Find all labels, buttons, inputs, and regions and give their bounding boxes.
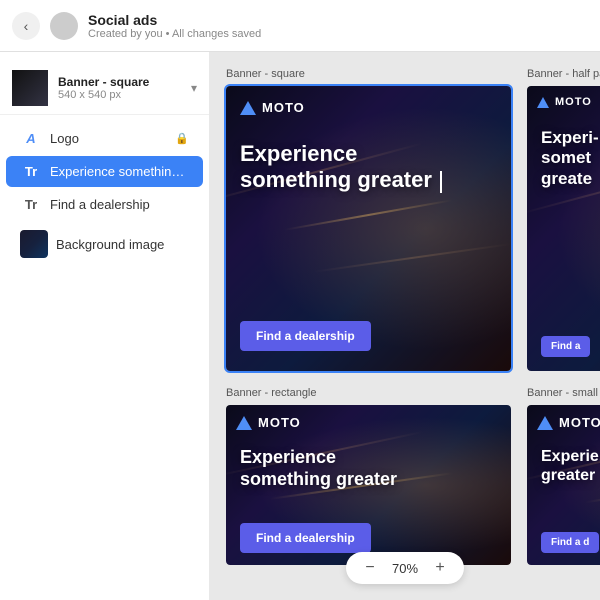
banner-label-small: Banner - small sq...	[527, 387, 600, 399]
logo-text-rect: MOTO	[258, 415, 301, 430]
topbar-info: Social ads Created by you • All changes …	[88, 12, 588, 40]
banner-square[interactable]: MOTO Experience something greater Find a…	[226, 86, 511, 371]
canvas-grid: Banner - square MOTO Experien	[226, 68, 584, 565]
text-icon-dealership: Tr	[20, 197, 42, 212]
banner-logo-square: MOTO	[240, 100, 305, 115]
banner-headline-small: Experie...greater	[541, 447, 600, 485]
headline-text-half: Experi-sometgreate	[541, 128, 600, 189]
banner-size: 540 x 540 px	[58, 89, 187, 101]
logo-text-half: MOTO	[555, 96, 592, 108]
banner-small-square[interactable]: MOTO Experie...greater Find a d	[527, 405, 600, 565]
sidebar-item-label-logo: Logo	[50, 131, 171, 146]
find-dealership-button-square[interactable]: Find a dealership	[240, 321, 371, 351]
lock-icon: 🔒	[175, 132, 189, 145]
canvas-area[interactable]: Banner - square MOTO Experien	[210, 52, 600, 600]
sidebar-item-label-dealership: Find a dealership	[50, 197, 189, 212]
banner-info: Banner - square 540 x 540 px	[58, 75, 187, 101]
text-format-icon: Tr	[20, 164, 42, 179]
logo-text-square: MOTO	[262, 100, 305, 115]
banner-icon	[12, 70, 48, 106]
find-dealership-button-rect[interactable]: Find a dealership	[240, 523, 371, 553]
banner-label-half: Banner - half page	[527, 68, 600, 80]
banner-label-square: Banner - square	[226, 68, 511, 80]
headline-text-rect: Experience something greater	[240, 447, 497, 490]
banner-card-half[interactable]: Banner - half page MOTO Experi-sometgrea…	[527, 68, 600, 371]
background-thumb-icon	[20, 230, 48, 258]
logo-triangle-half	[537, 97, 549, 108]
find-dealership-button-small[interactable]: Find a d	[541, 532, 599, 553]
sidebar-item-logo[interactable]: A Logo 🔒	[6, 123, 203, 154]
back-button[interactable]: ‹	[12, 12, 40, 40]
sidebar-item-label-experience: Experience something...	[50, 164, 189, 179]
banner-card-rect[interactable]: Banner - rectangle MOTO Experience somet…	[226, 387, 511, 565]
zoom-bar: − 70% +	[346, 552, 464, 584]
sidebar: Banner - square 540 x 540 px ▾ A Logo 🔒 …	[0, 52, 210, 600]
app-title: Social ads	[88, 12, 588, 28]
topbar: ‹ Social ads Created by you • All change…	[0, 0, 600, 52]
logo-triangle-small	[537, 416, 553, 430]
sidebar-item-label-background: Background image	[56, 237, 189, 252]
headline-text-square: Experience something greater	[240, 141, 497, 194]
banner-logo-rect: MOTO	[236, 415, 301, 430]
zoom-in-button[interactable]: +	[428, 556, 452, 580]
banner-select[interactable]: Banner - square 540 x 540 px ▾	[0, 62, 209, 115]
banner-headline-square: Experience something greater	[240, 141, 497, 194]
banner-logo-half: MOTO	[537, 96, 592, 108]
avatar	[50, 12, 78, 40]
find-dealership-button-half[interactable]: Find a	[541, 336, 590, 357]
banner-headline-half: Experi-sometgreate	[541, 128, 600, 189]
banner-logo-small: MOTO	[537, 415, 600, 430]
main-layout: Banner - square 540 x 540 px ▾ A Logo 🔒 …	[0, 52, 600, 600]
banner-card-square[interactable]: Banner - square MOTO Experien	[226, 68, 511, 371]
logo-triangle-rect	[236, 416, 252, 430]
banner-name: Banner - square	[58, 75, 187, 89]
sidebar-item-experience[interactable]: Tr Experience something...	[6, 156, 203, 187]
logo-text-icon: A	[20, 131, 42, 146]
sidebar-item-background[interactable]: Background image	[6, 222, 203, 266]
zoom-value: 70%	[392, 561, 418, 576]
banner-card-small[interactable]: Banner - small sq... MOTO Experie...grea…	[527, 387, 600, 565]
sidebar-item-dealership[interactable]: Tr Find a dealership	[6, 189, 203, 220]
banner-half-page[interactable]: MOTO Experi-sometgreate Find a	[527, 86, 600, 371]
banner-label-rect: Banner - rectangle	[226, 387, 511, 399]
logo-text-small: MOTO	[559, 415, 600, 430]
logo-triangle-icon	[240, 101, 256, 115]
banner-rectangle[interactable]: MOTO Experience something greater Find a…	[226, 405, 511, 565]
app-subtitle: Created by you • All changes saved	[88, 28, 588, 40]
chevron-down-icon: ▾	[191, 81, 197, 95]
headline-text-small: Experie...greater	[541, 447, 600, 485]
banner-headline-rect: Experience something greater	[240, 447, 497, 490]
zoom-out-button[interactable]: −	[358, 556, 382, 580]
cursor-blink	[440, 171, 442, 193]
